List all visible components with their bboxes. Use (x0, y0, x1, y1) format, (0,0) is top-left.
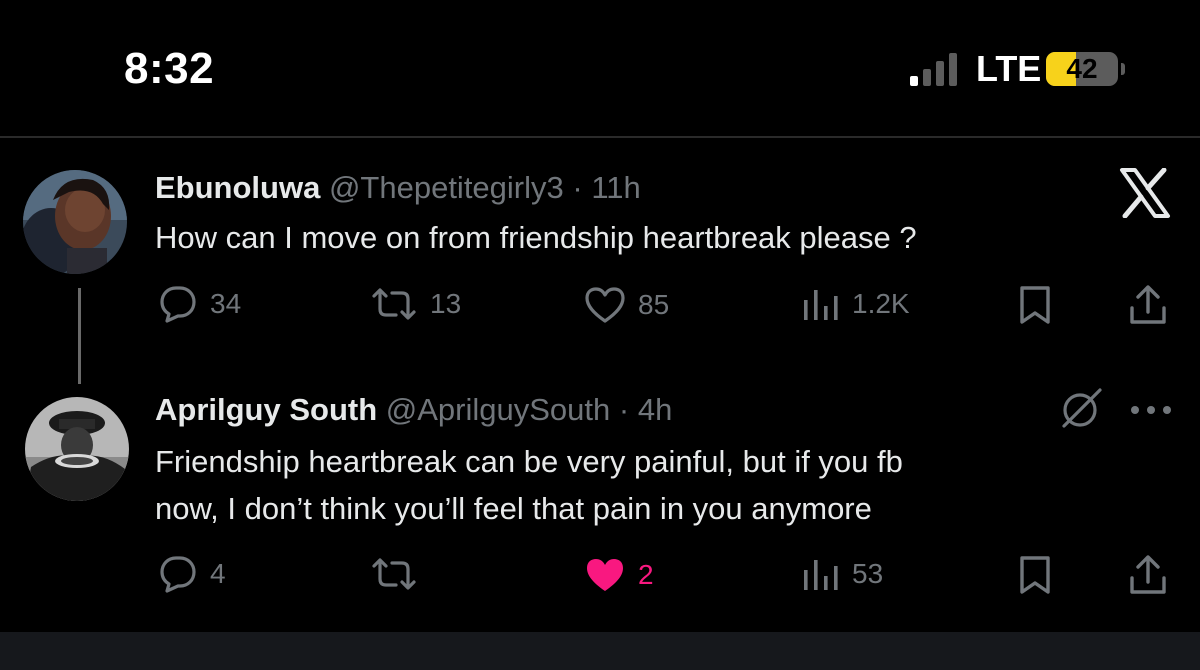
share-icon (1130, 285, 1166, 324)
bookmark-button[interactable] (1017, 554, 1053, 596)
views-chart-icon (804, 560, 838, 590)
thread-connector-line (78, 288, 81, 384)
reply-button[interactable]: 4 (158, 555, 226, 593)
tweet-text: How can I move on from friendship heartb… (155, 220, 917, 255)
reply-icon (160, 286, 196, 323)
timestamp[interactable]: 11h (591, 170, 640, 205)
tweet-text-line: Friendship heartbreak can be very painfu… (155, 444, 903, 479)
views-button[interactable]: 1.2K (800, 286, 910, 322)
like-button[interactable]: 85 (584, 286, 669, 324)
timestamp[interactable]: 4h (638, 392, 672, 427)
reply-count: 4 (210, 558, 226, 589)
status-bar: 8:32 LTE 42 (0, 0, 1200, 136)
timestamp-separator: · (618, 392, 630, 427)
reply-icon (160, 556, 196, 593)
battery-icon: 42 (1046, 52, 1118, 86)
display-name[interactable]: Aprilguy South (155, 392, 377, 427)
avatar-aprilguy-south[interactable] (25, 397, 129, 501)
views-button[interactable]: 53 (800, 556, 883, 592)
user-handle[interactable]: @Thepetitegirly3 (329, 170, 564, 205)
signal-strength-icon (910, 53, 957, 86)
like-count: 2 (638, 559, 654, 590)
bookmark-icon (1020, 286, 1050, 324)
like-button-active[interactable]: 2 (584, 556, 654, 594)
display-name[interactable]: Ebunoluwa (155, 170, 320, 205)
views-chart-icon (804, 290, 838, 320)
avatar-photo-icon (23, 170, 127, 274)
battery-nub (1121, 63, 1125, 75)
bookmark-button[interactable] (1017, 284, 1053, 326)
bottom-bar (0, 632, 1200, 670)
tweet-text: Friendship heartbreak can be very painfu… (155, 438, 1105, 532)
view-count: 1.2K (852, 288, 910, 319)
more-options-icon[interactable] (1130, 405, 1172, 415)
repost-button[interactable] (370, 557, 430, 591)
repost-icon (372, 558, 416, 590)
timestamp-separator: · (572, 170, 583, 205)
repost-count: 13 (430, 288, 462, 319)
status-time: 8:32 (124, 44, 215, 93)
share-icon (1130, 555, 1166, 594)
grok-icon[interactable] (1058, 386, 1104, 432)
bookmark-icon (1020, 556, 1050, 594)
tweet-header: Ebunoluwa @Thepetitegirly3 · 11h (155, 170, 641, 206)
heart-filled-icon (587, 559, 623, 591)
avatar-ebunoluwa[interactable] (23, 170, 127, 274)
user-handle[interactable]: @AprilguySouth (386, 392, 610, 427)
tweet-header: Aprilguy South @AprilguySouth · 4h (155, 392, 672, 428)
reply-button[interactable]: 34 (158, 285, 241, 323)
status-divider (0, 136, 1200, 138)
avatar-photo-icon (25, 397, 129, 501)
x-logo-icon[interactable] (1118, 168, 1172, 218)
network-type: LTE (976, 48, 1042, 89)
heart-icon (585, 287, 625, 323)
repost-icon (372, 288, 416, 320)
view-count: 53 (852, 558, 884, 589)
repost-button[interactable]: 13 (370, 287, 461, 321)
tweet-text-line: now, I don’t think you’ll feel that pain… (155, 491, 872, 526)
reply-count: 34 (210, 288, 242, 319)
share-button[interactable] (1128, 554, 1168, 596)
like-count: 85 (638, 289, 670, 320)
battery-level: 42 (1066, 53, 1098, 84)
share-button[interactable] (1128, 284, 1168, 326)
